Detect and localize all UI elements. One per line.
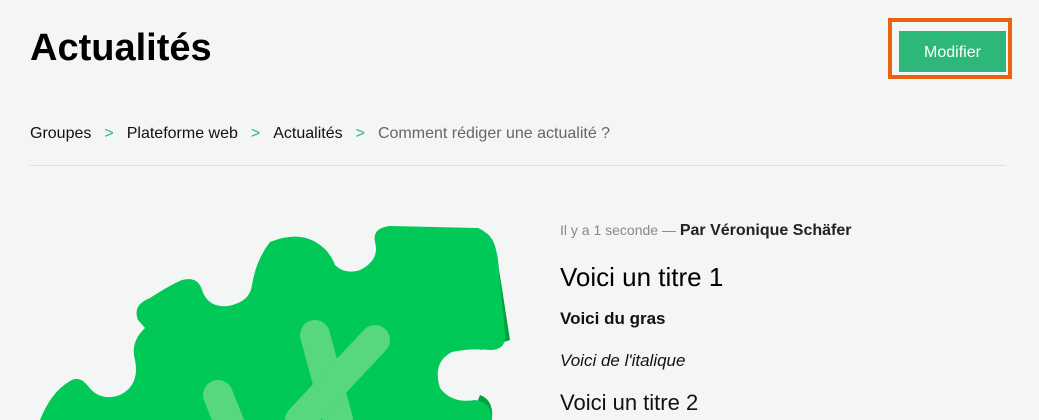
divider: [30, 165, 1006, 166]
article-heading-1: Voici un titre 1: [560, 262, 724, 292]
breadcrumb-item-plateforme-web[interactable]: Plateforme web: [127, 124, 238, 144]
article-author: Par Véronique Schäfer: [679, 222, 852, 239]
news-page: Actualités Modifier Groupes > Plateforme…: [0, 0, 1039, 420]
breadcrumb-item-actualites[interactable]: Actualités: [273, 124, 342, 144]
article-illustration: [0, 190, 540, 420]
breadcrumb-separator: >: [250, 125, 261, 142]
modify-button[interactable]: Modifier: [899, 31, 1006, 72]
breadcrumb-separator: >: [104, 125, 114, 142]
meta-dash: —: [661, 222, 676, 238]
breadcrumb-current: Comment rédiger une actualité ?: [377, 125, 611, 142]
puzzle-piece-icon: [40, 226, 510, 420]
article-italic-text: Voici de l'italique: [560, 351, 686, 370]
article-content: Il y a 1 seconde — Par Véronique Schäfer…: [560, 220, 1010, 417]
article-bold-text: Voici du gras: [560, 309, 666, 328]
breadcrumb-item-groupes[interactable]: Groupes: [30, 124, 91, 144]
breadcrumb: Groupes > Plateforme web > Actualités > …: [30, 124, 610, 144]
article-heading-2: Voici un titre 2: [560, 390, 699, 415]
article-time: Il y a 1 seconde: [560, 222, 659, 238]
article-meta: Il y a 1 seconde — Par Véronique Schäfer: [560, 220, 1010, 241]
page-title: Actualités: [30, 27, 212, 69]
breadcrumb-separator: >: [355, 125, 365, 142]
